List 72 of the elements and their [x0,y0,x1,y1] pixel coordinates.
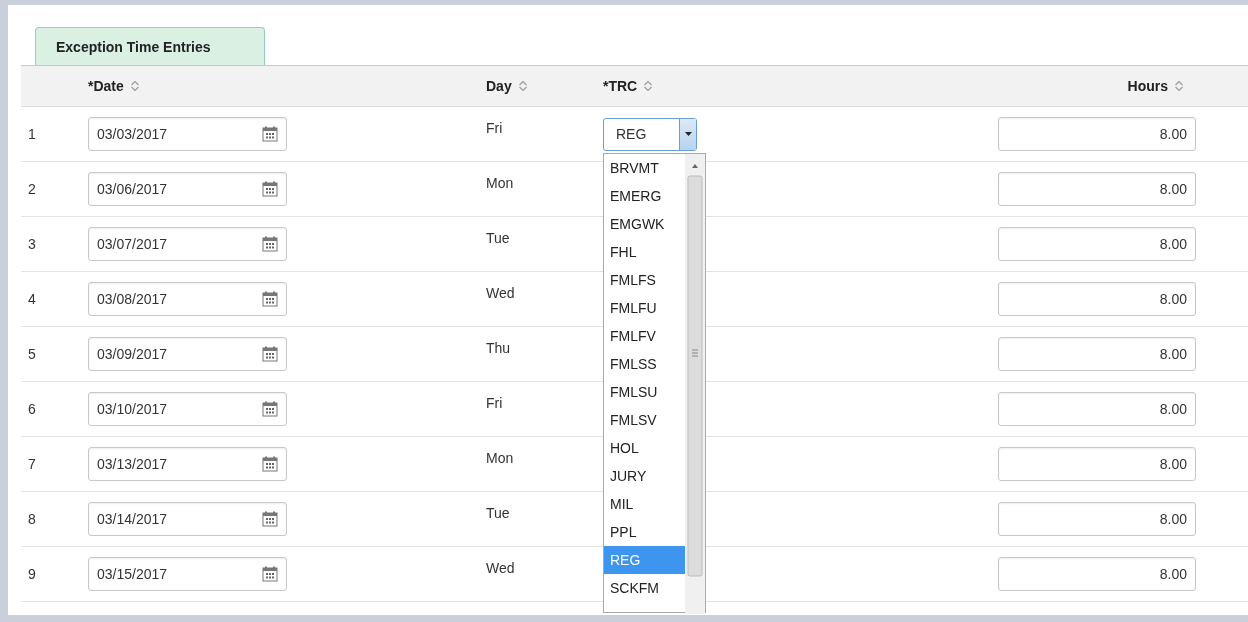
dropdown-option[interactable]: BRVMT [604,153,685,182]
dropdown-option[interactable]: FHL [604,237,685,266]
dropdown-option[interactable]: FMLFU [604,293,685,322]
scrollbar[interactable] [685,153,705,614]
calendar-icon[interactable] [262,456,278,472]
column-header[interactable]: Hours [1127,78,1184,94]
day-text: Wed [486,560,515,576]
dropdown-option[interactable]: EMERG [604,181,685,210]
calendar-icon[interactable] [262,236,278,252]
day-text: Tue [486,230,510,246]
day-text: Mon [486,450,514,466]
caret-icon [684,132,692,136]
trc-select[interactable]: REG [603,117,697,151]
column-header[interactable]: *Date [88,78,140,94]
hours-field[interactable]: 8.00 [998,117,1196,151]
column-header[interactable]: Day [486,78,528,94]
row-number: 5 [28,346,36,362]
date-field[interactable]: 03/13/2017 [88,447,287,481]
hours-field[interactable]: 8.00 [998,337,1196,371]
dropdown-option[interactable]: JURY [604,461,685,490]
dropdown-option[interactable]: HOL [604,433,685,462]
calendar-icon[interactable] [262,126,278,142]
dropdown-option[interactable]: FMLSV [604,405,685,434]
calendar-icon[interactable] [262,291,278,307]
date-field[interactable]: 03/14/2017 [88,502,287,536]
calendar-icon[interactable] [262,566,278,582]
sort-icon [129,80,140,92]
row-number: 4 [28,291,36,307]
sort-icon [643,80,654,92]
hours-field[interactable]: 8.00 [998,172,1196,206]
row-number: 7 [28,456,36,472]
day-text: Fri [486,395,503,411]
row-number: 2 [28,181,36,197]
row-number: 3 [28,236,36,252]
row-number: 8 [28,511,36,527]
day-text: Thu [486,340,511,356]
dropdown-option[interactable]: EMGWK [604,209,685,238]
date-field[interactable]: 03/03/2017 [88,117,287,151]
hours-field[interactable]: 8.00 [998,282,1196,316]
dropdown-option[interactable]: FMLSU [604,377,685,406]
day-text: Mon [486,175,514,191]
hours-field[interactable]: 8.00 [998,227,1196,261]
hours-field[interactable]: 8.00 [998,392,1196,426]
date-field[interactable]: 03/06/2017 [88,172,287,206]
dropdown-option[interactable]: FMLFS [604,265,685,294]
calendar-icon[interactable] [262,401,278,417]
date-field[interactable]: 03/10/2017 [88,392,287,426]
column-header[interactable]: *TRC [603,78,654,94]
date-field[interactable]: 03/08/2017 [88,282,287,316]
hours-field[interactable]: 8.00 [998,557,1196,591]
dropdown-option[interactable]: MIL [604,489,685,518]
date-field[interactable]: 03/15/2017 [88,557,287,591]
dropdown-option[interactable]: SCKFM [604,573,685,602]
day-text: Wed [486,285,515,301]
sort-icon [517,80,528,92]
hours-field[interactable]: 8.00 [998,502,1196,536]
day-text: Tue [486,505,510,521]
row-number: 6 [28,401,36,417]
day-text: Fri [486,120,503,136]
calendar-icon[interactable] [262,181,278,197]
row-number: 9 [28,566,36,582]
dropdown-option[interactable]: FMLFV [604,321,685,350]
row-number: 1 [28,126,36,142]
date-field[interactable]: 03/07/2017 [88,227,287,261]
dropdown-option[interactable]: FMLSS [604,349,685,378]
hours-field[interactable]: 8.00 [998,447,1196,481]
calendar-icon[interactable] [262,346,278,362]
dropdown-option[interactable]: PPL [604,517,685,546]
calendar-icon[interactable] [262,511,278,527]
date-field[interactable]: 03/09/2017 [88,337,287,371]
tab[interactable]: Exception Time Entries [35,27,265,65]
sort-icon [1174,80,1184,92]
